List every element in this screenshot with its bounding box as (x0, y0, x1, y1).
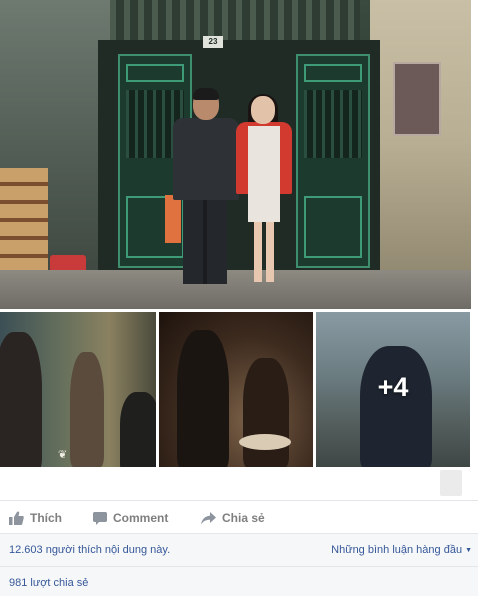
likes-count-link[interactable]: 12.603 người thích nội dung này. (9, 544, 170, 556)
scroll-indicator (440, 470, 462, 496)
main-photo[interactable]: 23 (0, 0, 471, 309)
photo-man (171, 88, 241, 290)
photo-door-right (296, 54, 370, 268)
comment-order-dropdown[interactable]: Những bình luận hàng đầu ▼ (331, 544, 472, 556)
photo-woman (236, 94, 292, 286)
like-button[interactable]: Thích (9, 509, 62, 527)
photo-shop-sign (393, 62, 441, 136)
actions-divider (0, 500, 478, 501)
comment-label: Comment (113, 511, 169, 525)
more-photos-count: +4 (377, 372, 409, 402)
photo-shelf (0, 168, 48, 278)
photo-logo-icon: ❦ (58, 449, 68, 461)
caret-down-icon: ▼ (465, 546, 472, 554)
house-number: 23 (203, 36, 223, 48)
comment-order-label: Những bình luận hàng đầu (331, 544, 463, 556)
speech-bubble-icon (93, 511, 107, 525)
thumbnail-photo-1[interactable]: ❦ (0, 312, 156, 467)
post-stats: 12.603 người thích nội dung này. Những b… (0, 534, 478, 596)
photo-wall-right (370, 0, 471, 285)
like-label: Thích (30, 511, 62, 525)
share-label: Chia sẻ (222, 511, 265, 525)
thumbnail-photo-3-more[interactable]: +4 (316, 312, 470, 467)
photo-shutters (110, 0, 360, 42)
thumbs-up-icon (9, 511, 24, 525)
thumbnail-photo-2[interactable] (159, 312, 313, 467)
share-arrow-icon (201, 511, 216, 524)
stats-divider (0, 566, 478, 567)
shares-count-link[interactable]: 981 lượt chia sẻ (9, 577, 88, 589)
comment-button[interactable]: Comment (93, 509, 168, 527)
share-button[interactable]: Chia sẻ (201, 509, 265, 527)
